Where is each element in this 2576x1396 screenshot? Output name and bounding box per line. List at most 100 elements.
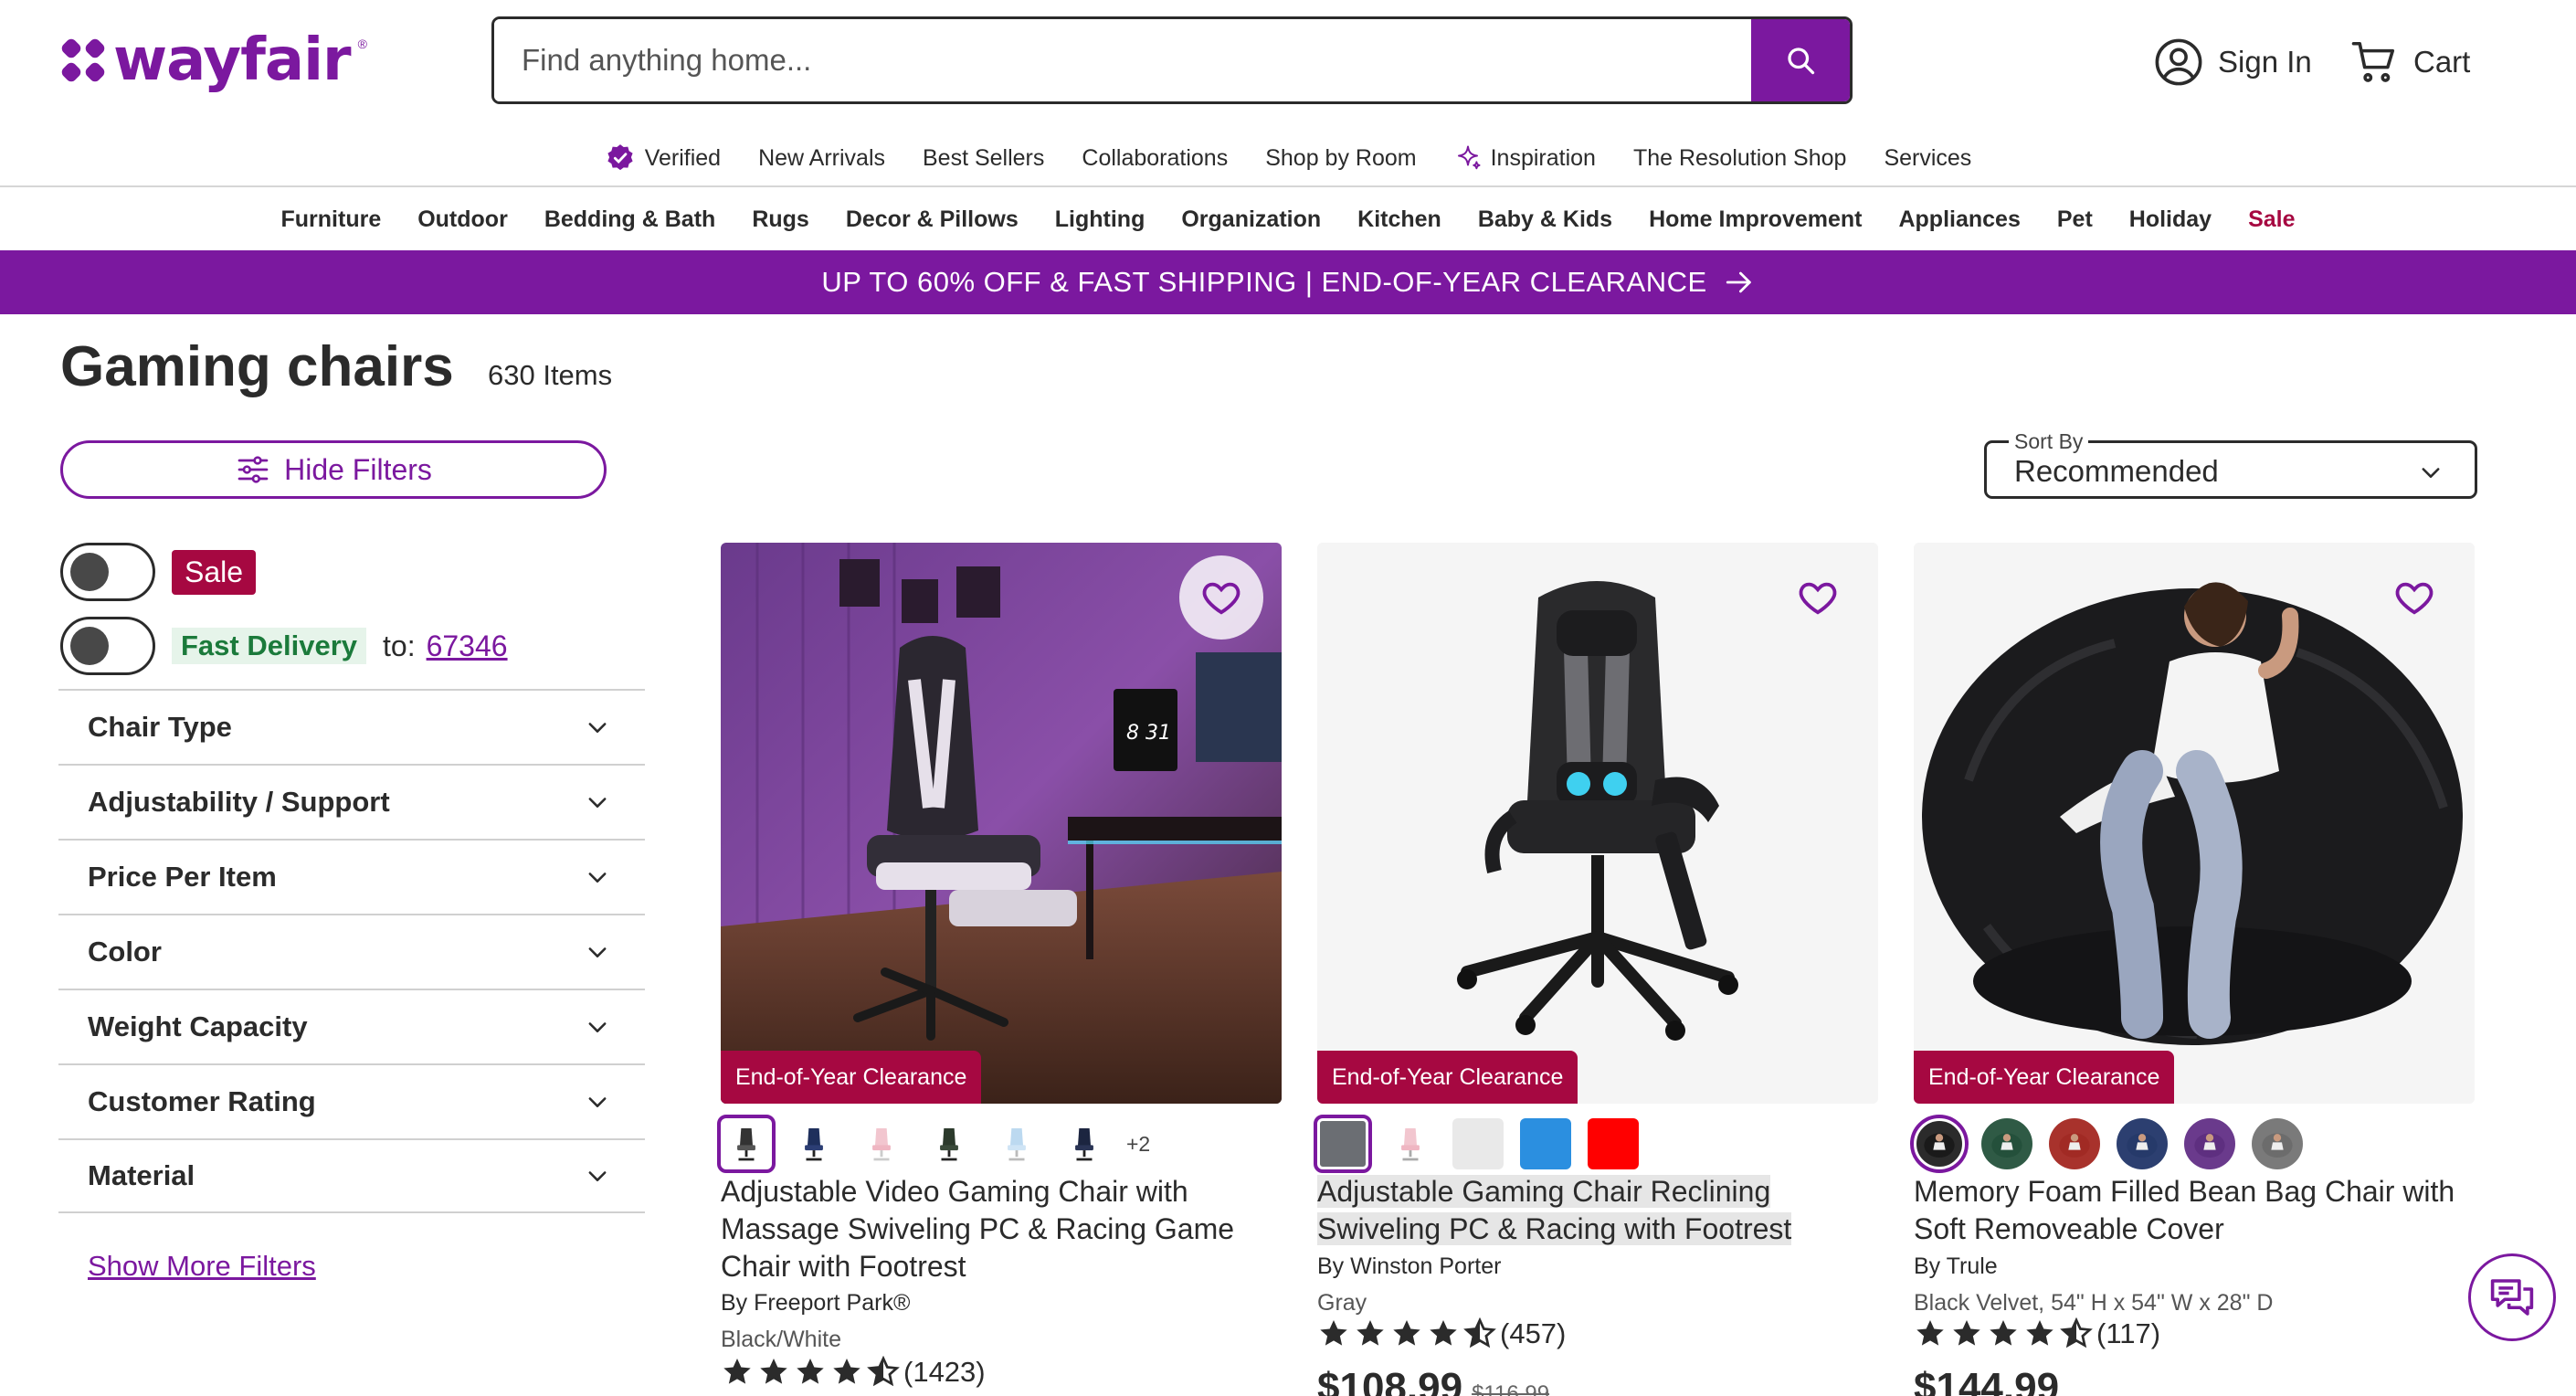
category-rugs[interactable]: Rugs <box>752 206 809 233</box>
more-swatches-count[interactable]: +2 <box>1126 1132 1150 1157</box>
product-name[interactable]: Adjustable Gaming Chair Reclining Swivel… <box>1317 1173 1865 1248</box>
promo-text: UP TO 60% OFF & FAST SHIPPING | END-OF-Y… <box>821 266 1707 298</box>
swatch-option[interactable] <box>2117 1118 2168 1169</box>
hide-filters-button[interactable]: Hide Filters <box>60 440 607 499</box>
filter-label: Adjustability / Support <box>88 786 390 818</box>
swatch-option[interactable] <box>991 1118 1042 1169</box>
favorite-button[interactable] <box>1776 555 1860 640</box>
category-appliances[interactable]: Appliances <box>1898 206 2020 233</box>
swatch-option[interactable] <box>717 1115 776 1173</box>
category-holiday[interactable]: Holiday <box>2129 206 2212 233</box>
category-outdoor[interactable]: Outdoor <box>417 206 508 233</box>
bean-bag-thumb-icon <box>1991 1133 2022 1158</box>
filter-label: Price Per Item <box>88 861 277 893</box>
filter-material[interactable]: Material <box>58 1138 645 1213</box>
color-swatches <box>1910 1115 2303 1173</box>
delivery-to-label: to: <box>383 629 416 662</box>
filter-label: Weight Capacity <box>88 1010 308 1042</box>
category-decor-pillows[interactable]: Decor & Pillows <box>846 206 1019 233</box>
show-more-filters-link[interactable]: Show More Filters <box>88 1250 316 1283</box>
category-sale[interactable]: Sale <box>2248 206 2295 233</box>
swatch-option[interactable] <box>1452 1118 1504 1169</box>
chat-icon <box>2490 1279 2534 1316</box>
heart-icon <box>1799 582 1837 615</box>
color-swatches <box>1314 1115 1639 1173</box>
star-icon <box>1953 1320 1980 1346</box>
fast-delivery-toggle[interactable] <box>60 617 155 675</box>
category-pet[interactable]: Pet <box>2057 206 2093 233</box>
cart-button[interactable]: Cart <box>2349 33 2470 91</box>
swatch-option[interactable] <box>1520 1118 1571 1169</box>
filter-sliders-icon <box>238 456 269 483</box>
header-divider <box>0 185 2576 187</box>
swatch-option[interactable] <box>924 1118 975 1169</box>
swatch-option[interactable] <box>1910 1115 1969 1173</box>
promo-banner[interactable]: UP TO 60% OFF & FAST SHIPPING | END-OF-Y… <box>0 250 2576 314</box>
arrow-right-icon <box>1726 271 1751 293</box>
wayfair-logo[interactable]: wayfair ® <box>60 24 367 97</box>
favorite-button[interactable] <box>2372 555 2456 640</box>
product-rating[interactable]: (1423) <box>721 1356 986 1389</box>
swatch-option[interactable] <box>1385 1118 1436 1169</box>
star-icon <box>1357 1320 1384 1346</box>
chevron-down-icon <box>588 1171 607 1181</box>
swatch-option[interactable] <box>1588 1118 1639 1169</box>
filter-label: Chair Type <box>88 711 232 743</box>
zip-code-link[interactable]: 67346 <box>427 629 508 663</box>
product-name[interactable]: Adjustable Video Gaming Chair with Massa… <box>721 1173 1269 1285</box>
filter-price[interactable]: Price Per Item <box>58 839 645 914</box>
item-count: 630 Items <box>488 359 613 391</box>
product-image[interactable]: End-of-Year Clearance <box>1914 543 2475 1104</box>
category-baby-kids[interactable]: Baby & Kids <box>1478 206 1612 233</box>
subnav-new-arrivals[interactable]: New Arrivals <box>758 145 885 172</box>
swatch-option[interactable] <box>2049 1118 2100 1169</box>
chair-thumb-icon <box>872 1128 891 1161</box>
favorite-button[interactable] <box>1179 555 1263 640</box>
swatch-option[interactable] <box>2184 1118 2235 1169</box>
filter-color[interactable]: Color <box>58 914 645 989</box>
product-option: Black/White <box>721 1327 841 1352</box>
subnav-resolution-shop[interactable]: The Resolution Shop <box>1633 145 1846 172</box>
category-bedding-bath[interactable]: Bedding & Bath <box>544 206 716 233</box>
chat-button[interactable] <box>2468 1253 2556 1341</box>
category-lighting[interactable]: Lighting <box>1055 206 1145 233</box>
product-rating[interactable]: (457) <box>1317 1317 1566 1350</box>
product-image[interactable]: 8 31 End-of-Year Clearance <box>721 543 1282 1104</box>
subnav-inspiration[interactable]: Inspiration <box>1454 144 1596 172</box>
swatch-option[interactable] <box>1314 1115 1372 1173</box>
subnav-collaborations[interactable]: Collaborations <box>1082 145 1228 172</box>
swatch-option[interactable] <box>856 1118 907 1169</box>
sign-in-label: Sign In <box>2218 45 2312 79</box>
chevron-down-icon <box>588 872 607 883</box>
category-furniture[interactable]: Furniture <box>281 206 382 233</box>
product-rating[interactable]: (117) <box>1914 1317 2160 1350</box>
product-option: Gray <box>1317 1290 1367 1316</box>
clearance-badge: End-of-Year Clearance <box>1914 1051 2175 1104</box>
search-button[interactable] <box>1751 19 1850 101</box>
subnav-verified[interactable]: Verified <box>605 143 721 174</box>
review-count: (457) <box>1500 1317 1567 1349</box>
sign-in-button[interactable]: Sign In <box>2154 33 2312 91</box>
star-icon <box>1393 1320 1420 1346</box>
star-icon <box>1990 1320 2017 1346</box>
product-image[interactable]: End-of-Year Clearance <box>1317 543 1878 1104</box>
filter-customer-rating[interactable]: Customer Rating <box>58 1063 645 1138</box>
filter-adjustability[interactable]: Adjustability / Support <box>58 764 645 839</box>
subnav-best-sellers[interactable]: Best Sellers <box>923 145 1044 172</box>
category-kitchen[interactable]: Kitchen <box>1357 206 1441 233</box>
product-name[interactable]: Memory Foam Filled Bean Bag Chair with S… <box>1914 1173 2462 1248</box>
product-brand: By Trule <box>1914 1253 1998 1279</box>
category-organization[interactable]: Organization <box>1181 206 1321 233</box>
swatch-option[interactable] <box>1059 1118 1110 1169</box>
subnav-shop-by-room[interactable]: Shop by Room <box>1265 145 1416 172</box>
swatch-option[interactable] <box>1981 1118 2032 1169</box>
category-home-improvement[interactable]: Home Improvement <box>1649 206 1862 233</box>
filter-weight-capacity[interactable]: Weight Capacity <box>58 989 645 1063</box>
search-input[interactable] <box>494 19 1751 101</box>
swatch-option[interactable] <box>2252 1118 2303 1169</box>
subnav-services[interactable]: Services <box>1884 145 1971 172</box>
sort-dropdown[interactable]: Sort By Recommended <box>1984 429 2477 499</box>
sale-toggle[interactable] <box>60 543 155 601</box>
filter-chair-type[interactable]: Chair Type <box>58 689 645 764</box>
swatch-option[interactable] <box>788 1118 839 1169</box>
